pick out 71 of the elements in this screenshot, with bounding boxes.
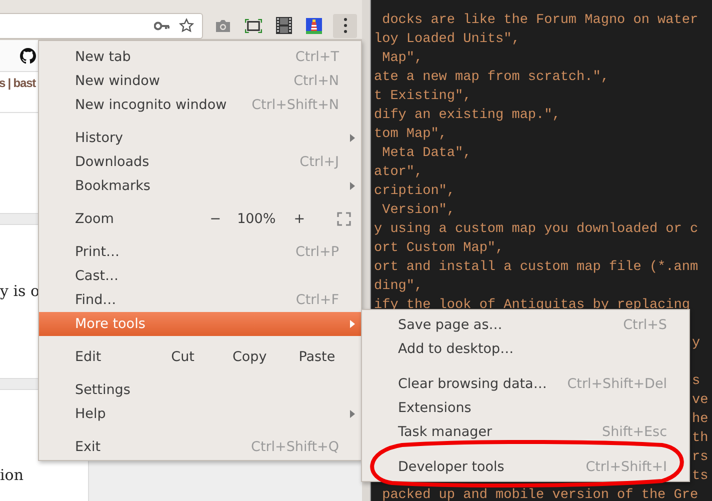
code-line: ding", <box>374 279 423 294</box>
code-line: cription", <box>374 184 456 199</box>
code-line: docks are like the Forum Magno on water <box>381 13 698 28</box>
address-field[interactable] <box>0 12 203 38</box>
menu-item[interactable]: Cast… <box>39 264 361 288</box>
edit-action-button[interactable]: Copy <box>230 349 269 365</box>
menu-icon[interactable] <box>333 14 357 38</box>
menu-item[interactable]: Add to desktop… <box>362 337 689 361</box>
menu-item[interactable]: Extensions <box>362 396 689 420</box>
shortcut-text: Shift+Esc <box>602 424 667 440</box>
shortcut-text: Ctrl+F <box>296 292 339 308</box>
code-line: ator", <box>374 165 423 180</box>
shortcut-text: Ctrl+Shift+I <box>586 459 667 475</box>
shortcut-text: Ctrl+Shift+N <box>252 97 339 113</box>
code-line: dify an existing map.", <box>374 108 560 123</box>
code-line: rs <box>692 450 708 465</box>
code-line: y <box>692 336 700 351</box>
code-line: Version", <box>381 203 456 218</box>
shortcut-text: Ctrl+Shift+Del <box>567 376 667 392</box>
cat-logo-icon[interactable] <box>20 48 36 64</box>
code-line: s <box>692 374 700 389</box>
menu-item[interactable]: Settings <box>39 378 361 402</box>
code-line: ve <box>692 393 708 408</box>
shortcut-text: Ctrl+Shift+Q <box>251 439 339 455</box>
menu-label: Zoom <box>75 211 114 227</box>
code-line: packed up and mobile version of the Gre <box>381 488 698 501</box>
lighthouse-icon[interactable] <box>306 18 322 34</box>
menu-item[interactable]: Save page as… Ctrl+S <box>362 313 689 337</box>
menu-item[interactable]: Downloads Ctrl+J <box>39 150 361 174</box>
key-icon[interactable] <box>154 20 170 30</box>
code-line: th <box>692 431 708 446</box>
camera-icon[interactable] <box>215 18 231 32</box>
menu-item[interactable]: Developer tools Ctrl+Shift+I <box>362 455 689 479</box>
code-line: y using a custom map you downloaded or c <box>374 222 698 237</box>
fullscreen-icon[interactable] <box>337 212 351 226</box>
shortcut-text: Ctrl+P <box>296 244 339 260</box>
code-line: ate a new map from scratch.", <box>374 70 609 85</box>
menu-item[interactable]: Help <box>39 402 361 426</box>
zoom-in-button[interactable]: + <box>292 211 307 227</box>
code-line: ort and install a custom map file (*.anm <box>374 260 698 275</box>
code-line: tom Map", <box>374 127 447 142</box>
menu-item[interactable]: New window Ctrl+N <box>39 69 361 93</box>
code-line: t Existing", <box>374 89 472 104</box>
edit-action-button[interactable]: Cut <box>169 349 196 365</box>
code-line: Meta Data", <box>381 146 472 161</box>
menu-item[interactable]: Task manager Shift+Esc <box>362 420 689 444</box>
code-line: he <box>692 412 708 427</box>
shortcut-text: Ctrl+N <box>294 73 339 89</box>
screen-capture-icon[interactable] <box>245 18 262 32</box>
code-line: loy Loaded Units", <box>374 32 520 47</box>
shortcut-text: Ctrl+S <box>623 317 667 333</box>
menu-item[interactable]: New tab Ctrl+T <box>39 45 361 69</box>
zoom-out-button[interactable]: − <box>208 211 224 227</box>
menu-item[interactable]: Find… Ctrl+F <box>39 288 361 312</box>
zoom-level-text: 100% <box>237 211 276 227</box>
menu-item[interactable]: History <box>39 126 361 150</box>
code-line: ort Custom Map", <box>374 241 504 256</box>
menu-item[interactable]: Exit Ctrl+Shift+Q <box>39 435 361 459</box>
shortcut-text: Ctrl+J <box>300 154 339 170</box>
star-icon[interactable] <box>179 18 194 33</box>
code-line: Map", <box>381 51 423 66</box>
menu-item[interactable]: Print… Ctrl+P <box>39 240 361 264</box>
menu-item[interactable]: Clear browsing data… Ctrl+Shift+Del <box>362 372 689 396</box>
shortcut-text: Ctrl+T <box>295 49 339 65</box>
film-icon[interactable] <box>276 17 292 34</box>
menu-item[interactable]: New incognito window Ctrl+Shift+N <box>39 93 361 117</box>
edit-action-button[interactable]: Paste <box>296 349 338 365</box>
code-line: ts <box>692 469 708 484</box>
menu-item[interactable]: Bookmarks <box>39 174 361 198</box>
menu-label: Edit <box>75 349 102 365</box>
paragraph-text: ion <box>0 466 24 484</box>
